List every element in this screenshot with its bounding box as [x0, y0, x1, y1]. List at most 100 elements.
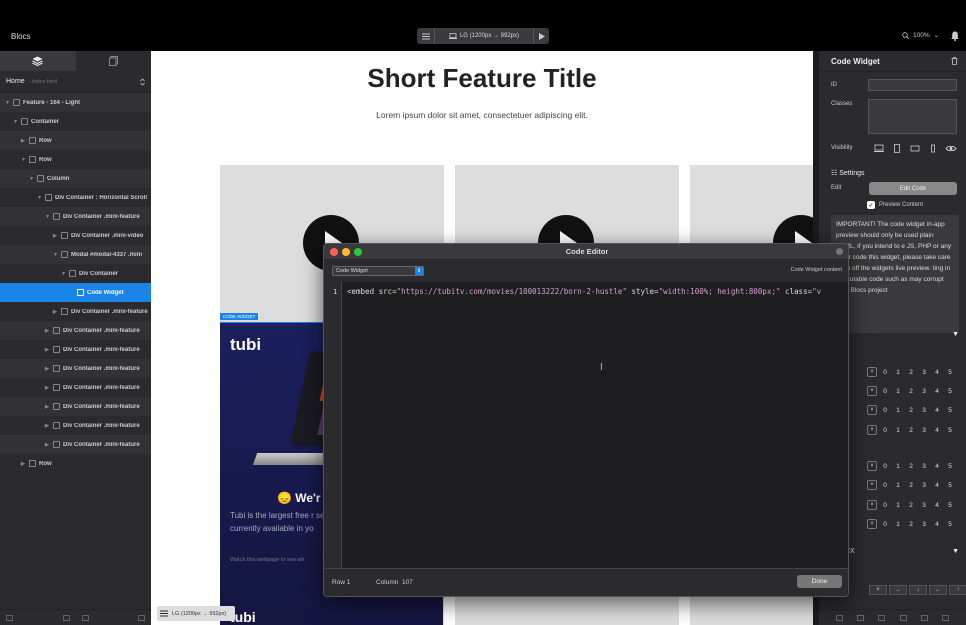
widget-select[interactable]: Code Widget: [332, 266, 424, 276]
list-icon[interactable]: [899, 614, 907, 621]
menu-icon[interactable]: [417, 28, 435, 44]
grid-icon[interactable]: [878, 614, 886, 621]
spacing-option[interactable]: 3: [919, 407, 929, 414]
image-icon[interactable]: [857, 614, 865, 621]
disclosure-closed-icon[interactable]: ▶: [45, 385, 51, 391]
spacing-option[interactable]: 5: [945, 482, 955, 489]
spacing-option[interactable]: 3: [919, 463, 929, 470]
tab-layers[interactable]: [0, 51, 76, 71]
disclosure-open-icon[interactable]: ▼: [13, 119, 19, 125]
phone-visibility-icon[interactable]: [927, 144, 939, 153]
scrollfx-option-button[interactable]: ×: [869, 585, 887, 595]
page-selector[interactable]: Home - index.html: [0, 71, 151, 93]
spacing-option[interactable]: 5: [945, 502, 955, 509]
layer-row[interactable]: ▶ Div Container .mini-video: [0, 226, 151, 245]
code-text-area[interactable]: <embed src="https://tubitv.com/movies/10…: [347, 287, 845, 296]
spacing-option[interactable]: 3: [919, 482, 929, 489]
disclosure-open-icon[interactable]: ▼: [61, 271, 67, 277]
spacing-option[interactable]: 1: [893, 463, 903, 470]
layer-row[interactable]: ▶ Div Container .mini-feature: [0, 397, 151, 416]
layer-row[interactable]: ▶ Row: [0, 454, 151, 473]
classes-input[interactable]: [868, 99, 957, 134]
spacing-option[interactable]: 4: [932, 427, 942, 434]
code-editor-window[interactable]: Code Editor Code Widget Code Widget cont…: [323, 243, 849, 597]
code-icon[interactable]: [836, 614, 844, 621]
spacing-option[interactable]: 2: [906, 388, 916, 395]
scrollfx-option-button[interactable]: →: [889, 585, 907, 595]
spacing-option[interactable]: 4: [932, 407, 942, 414]
trash-icon[interactable]: [138, 614, 145, 621]
clear-spacing-button[interactable]: ×: [867, 425, 877, 435]
disclosure-open-icon[interactable]: ▼: [5, 100, 11, 106]
viewport-switcher[interactable]: LG (1200px → 992px): [417, 28, 549, 44]
spacing-option[interactable]: 0: [880, 521, 890, 528]
breakpoint-indicator[interactable]: LG (1200px → 992px): [157, 606, 235, 621]
spacing-option[interactable]: 0: [880, 463, 890, 470]
spacing-option[interactable]: 1: [893, 521, 903, 528]
clear-spacing-button[interactable]: ×: [867, 500, 877, 510]
spacing-option[interactable]: 2: [906, 521, 916, 528]
disclosure-closed-icon[interactable]: ▶: [53, 233, 59, 239]
spacing-option[interactable]: 0: [880, 407, 890, 414]
eye-icon[interactable]: [945, 144, 957, 153]
disclosure-closed-icon[interactable]: ▶: [45, 423, 51, 429]
disclosure-closed-icon[interactable]: ▶: [21, 138, 27, 144]
edit-code-button[interactable]: Edit Code: [869, 182, 957, 195]
preview-play-icon[interactable]: [533, 28, 549, 44]
layer-row[interactable]: ▶ Div Container .mini-feature: [0, 359, 151, 378]
clear-spacing-button[interactable]: ×: [867, 480, 877, 490]
disclosure-open-icon[interactable]: ▼: [21, 157, 27, 163]
spacing-option[interactable]: 1: [893, 388, 903, 395]
spacing-option[interactable]: 5: [945, 463, 955, 470]
scrollfx-option-button[interactable]: ↑: [949, 585, 966, 595]
disclosure-closed-icon[interactable]: ▶: [53, 309, 59, 315]
disclosure-closed-icon[interactable]: ▶: [21, 461, 27, 467]
layer-row[interactable]: ▶ Div Container .mini-feature: [0, 378, 151, 397]
tablet-landscape-visibility-icon[interactable]: [909, 144, 921, 153]
id-input[interactable]: [868, 79, 957, 91]
layer-row[interactable]: ▼ Column: [0, 169, 151, 188]
split-icon[interactable]: [81, 614, 89, 621]
viewport-label[interactable]: LG (1200px → 992px): [435, 28, 533, 44]
spacing-option[interactable]: 4: [932, 463, 942, 470]
clear-spacing-button[interactable]: ×: [867, 461, 877, 471]
settings-section-header[interactable]: ☷ Settings: [831, 169, 865, 177]
close-icon[interactable]: [836, 248, 843, 255]
spacing-option[interactable]: 2: [906, 407, 916, 414]
scrollfx-option-button[interactable]: ↓: [909, 585, 927, 595]
spacing-option[interactable]: 0: [880, 427, 890, 434]
spacing-option[interactable]: 5: [945, 427, 955, 434]
disclosure-open-icon[interactable]: ▼: [37, 195, 43, 201]
layer-row[interactable]: Code Widget: [0, 283, 151, 302]
tablet-visibility-icon[interactable]: [891, 144, 903, 153]
layout-icon[interactable]: [920, 614, 928, 621]
columns-icon[interactable]: [62, 614, 70, 621]
layer-row[interactable]: ▼ Row: [0, 150, 151, 169]
desktop-visibility-icon[interactable]: [873, 144, 885, 153]
spacing-option[interactable]: 4: [932, 502, 942, 509]
preview-content-toggle[interactable]: ✓ Preview Content: [867, 201, 923, 209]
spacing-option[interactable]: 1: [893, 407, 903, 414]
spacing-option[interactable]: 1: [893, 482, 903, 489]
disclosure-closed-icon[interactable]: ▶: [45, 442, 51, 448]
spacing-option[interactable]: 4: [932, 388, 942, 395]
spacing-option[interactable]: 3: [919, 388, 929, 395]
spacing-option[interactable]: 2: [906, 463, 916, 470]
layer-row[interactable]: ▶ Div Container .mini-feature: [0, 302, 151, 321]
spacing-option[interactable]: 2: [906, 482, 916, 489]
done-button[interactable]: Done: [797, 575, 842, 588]
spacing-option[interactable]: 5: [945, 407, 955, 414]
code-editor-titlebar[interactable]: Code Editor: [324, 244, 848, 260]
spacing-option[interactable]: 1: [893, 369, 903, 376]
spacing-option[interactable]: 3: [919, 502, 929, 509]
scrollfx-section-header[interactable]: croll FX ▼: [831, 548, 959, 555]
clear-spacing-button[interactable]: ×: [867, 367, 877, 377]
disclosure-closed-icon[interactable]: ▶: [45, 347, 51, 353]
trash-icon[interactable]: [951, 57, 958, 65]
zoom-control[interactable]: 100% ⌄: [902, 31, 939, 39]
layer-row[interactable]: ▼ Div Container .mini-feature: [0, 207, 151, 226]
spacing-option[interactable]: 0: [880, 502, 890, 509]
layer-row[interactable]: ▼ Container: [0, 112, 151, 131]
clear-spacing-button[interactable]: ×: [867, 405, 877, 415]
spacing-option[interactable]: 0: [880, 482, 890, 489]
